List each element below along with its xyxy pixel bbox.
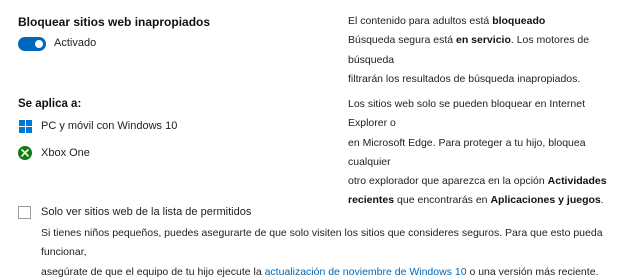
device-xbox-label: Xbox One (41, 147, 90, 159)
applies-info-text: otro explorador que aparezca en la opció… (348, 175, 548, 188)
block-sites-title: Bloquear sitios web inapropiados (18, 15, 211, 29)
xbox-icon (18, 146, 32, 160)
recent-activity-term: Actividades (547, 175, 607, 188)
allowlist-desc-line1: Si tienes niños pequeños, puedes asegura… (41, 227, 603, 259)
recent-activity-term-2: recientes (348, 194, 395, 207)
applies-to-title: Se aplica a: (18, 98, 82, 110)
allowlist-desc-text-post: o una versión más reciente. (466, 265, 599, 278)
allowlist-checkbox-label[interactable]: Solo ver sitios web de la lista de permi… (41, 206, 251, 218)
toggle-knob (35, 40, 43, 48)
applies-info: Los sitios web solo se pueden bloquear e… (348, 95, 616, 211)
allowlist-checkbox[interactable] (18, 206, 31, 219)
toggle-label: Activado (54, 37, 97, 49)
windows-icon (19, 120, 32, 133)
block-sites-toggle[interactable] (18, 37, 46, 51)
block-status-blocked: bloqueado (492, 15, 546, 27)
device-windows-label: PC y móvil con Windows 10 (41, 120, 178, 132)
allowlist-desc-text: asegúrate de que el equipo de tu hijo ej… (41, 265, 265, 278)
applies-info-line1: Los sitios web solo se pueden bloquear e… (348, 98, 585, 130)
windows-update-link[interactable]: actualización de noviembre de Windows 10 (265, 266, 467, 278)
block-desc-line1: El contenido para adultos está bloqueado (348, 12, 613, 31)
applies-info-line2: en Microsoft Edge. Para proteger a tu hi… (348, 136, 586, 168)
applies-info-period: . (600, 194, 604, 207)
applies-info-line4: recientes que encontrarás en Aplicacione… (348, 191, 616, 210)
allowlist-desc-line2: asegúrate de que el equipo de tu hijo ej… (41, 263, 616, 278)
block-description: El contenido para adultos está bloqueado… (348, 12, 613, 89)
block-desc-line2: Búsqueda segura está en servicio. Los mo… (348, 31, 613, 70)
block-desc-text: El contenido para adultos está (348, 15, 493, 27)
applies-info-line3: otro explorador que aparezca en la opció… (348, 172, 616, 191)
applies-info-text-2: que encontrarás en (394, 194, 491, 207)
allowlist-description: Si tienes niños pequeños, puedes asegura… (41, 224, 616, 278)
apps-games-term: Aplicaciones y juegos (490, 194, 601, 207)
safe-search-text: Búsqueda segura está (348, 34, 456, 47)
block-desc-line3: filtrarán los resultados de búsqueda ina… (348, 72, 581, 85)
safe-search-status: en servicio (456, 34, 511, 47)
